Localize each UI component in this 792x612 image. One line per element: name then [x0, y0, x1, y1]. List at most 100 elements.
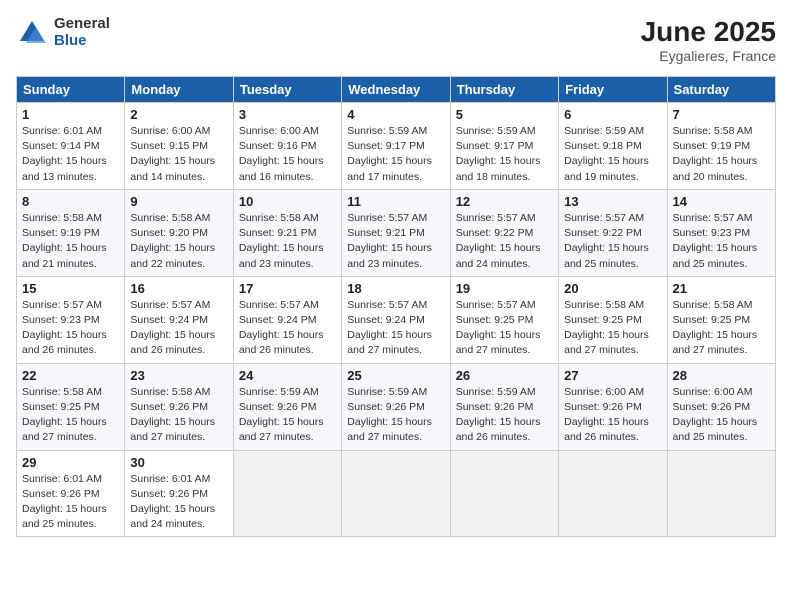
calendar-cell: 23 Sunrise: 5:58 AMSunset: 9:26 PMDayligh…	[125, 363, 233, 450]
calendar-cell: 3 Sunrise: 6:00 AMSunset: 9:16 PMDaylight…	[233, 103, 341, 190]
page-header: General Blue June 2025 Eygalieres, Franc…	[16, 16, 776, 64]
day-number: 17	[239, 281, 336, 296]
day-info: Sunrise: 5:59 AMSunset: 9:17 PMDaylight:…	[456, 124, 553, 185]
day-info: Sunrise: 5:58 AMSunset: 9:19 PMDaylight:…	[22, 211, 119, 272]
calendar-cell	[233, 450, 341, 537]
calendar-cell: 30 Sunrise: 6:01 AMSunset: 9:26 PMDayligh…	[125, 450, 233, 537]
calendar-header-wednesday: Wednesday	[342, 77, 450, 103]
day-info: Sunrise: 5:57 AMSunset: 9:24 PMDaylight:…	[347, 298, 444, 359]
calendar-week-row: 8 Sunrise: 5:58 AMSunset: 9:19 PMDaylight…	[17, 189, 776, 276]
logo-blue: Blue	[54, 33, 110, 50]
day-info: Sunrise: 6:00 AMSunset: 9:26 PMDaylight:…	[564, 385, 661, 446]
calendar-cell: 2Sunrise: 6:00 AMSunset: 9:15 PMDaylight…	[125, 103, 233, 190]
day-info: Sunrise: 5:59 AMSunset: 9:17 PMDaylight:…	[347, 124, 444, 185]
day-info: Sunrise: 5:59 AMSunset: 9:26 PMDaylight:…	[347, 385, 444, 446]
calendar-cell: 6Sunrise: 5:59 AMSunset: 9:18 PMDaylight…	[559, 103, 667, 190]
calendar-cell: 11 Sunrise: 5:57 AMSunset: 9:21 PMDayligh…	[342, 189, 450, 276]
calendar-cell: 26Sunrise: 5:59 AMSunset: 9:26 PMDayligh…	[450, 363, 558, 450]
calendar-cell	[342, 450, 450, 537]
day-number: 27	[564, 368, 661, 383]
logo-icon	[16, 19, 48, 47]
calendar-cell: 16Sunrise: 5:57 AMSunset: 9:24 PMDayligh…	[125, 276, 233, 363]
day-number: 23	[130, 368, 227, 383]
calendar-cell: 18Sunrise: 5:57 AMSunset: 9:24 PMDayligh…	[342, 276, 450, 363]
day-number: 5	[456, 107, 553, 122]
calendar-cell: 12 Sunrise: 5:57 AMSunset: 9:22 PMDayligh…	[450, 189, 558, 276]
calendar-cell: 1 Sunrise: 6:01 AMSunset: 9:14 PMDaylight…	[17, 103, 125, 190]
calendar-cell: 20 Sunrise: 5:58 AMSunset: 9:25 PMDayligh…	[559, 276, 667, 363]
calendar-cell: 7Sunrise: 5:58 AMSunset: 9:19 PMDaylight…	[667, 103, 775, 190]
day-info: Sunrise: 5:57 AMSunset: 9:25 PMDaylight:…	[456, 298, 553, 359]
day-info: Sunrise: 5:57 AMSunset: 9:23 PMDaylight:…	[22, 298, 119, 359]
calendar-cell: 28 Sunrise: 6:00 AMSunset: 9:26 PMDayligh…	[667, 363, 775, 450]
calendar-cell: 27 Sunrise: 6:00 AMSunset: 9:26 PMDayligh…	[559, 363, 667, 450]
day-info: Sunrise: 6:01 AMSunset: 9:14 PMDaylight:…	[22, 124, 119, 185]
day-info: Sunrise: 5:58 AMSunset: 9:25 PMDaylight:…	[564, 298, 661, 359]
calendar-cell: 14Sunrise: 5:57 AMSunset: 9:23 PMDayligh…	[667, 189, 775, 276]
day-info: Sunrise: 5:59 AMSunset: 9:26 PMDaylight:…	[239, 385, 336, 446]
day-info: Sunrise: 6:00 AMSunset: 9:26 PMDaylight:…	[673, 385, 770, 446]
calendar-week-row: 22 Sunrise: 5:58 AMSunset: 9:25 PMDayligh…	[17, 363, 776, 450]
day-info: Sunrise: 6:01 AMSunset: 9:26 PMDaylight:…	[130, 472, 227, 533]
day-info: Sunrise: 6:01 AMSunset: 9:26 PMDaylight:…	[22, 472, 119, 533]
day-number: 1	[22, 107, 119, 122]
day-number: 3	[239, 107, 336, 122]
day-number: 22	[22, 368, 119, 383]
logo-text: General Blue	[54, 16, 110, 49]
calendar-cell: 9 Sunrise: 5:58 AMSunset: 9:20 PMDaylight…	[125, 189, 233, 276]
day-info: Sunrise: 5:59 AMSunset: 9:18 PMDaylight:…	[564, 124, 661, 185]
calendar-cell: 4 Sunrise: 5:59 AMSunset: 9:17 PMDaylight…	[342, 103, 450, 190]
calendar-cell: 15 Sunrise: 5:57 AMSunset: 9:23 PMDayligh…	[17, 276, 125, 363]
day-number: 14	[673, 194, 770, 209]
day-number: 19	[456, 281, 553, 296]
day-info: Sunrise: 5:58 AMSunset: 9:25 PMDaylight:…	[673, 298, 770, 359]
calendar-header-monday: Monday	[125, 77, 233, 103]
calendar-cell: 8 Sunrise: 5:58 AMSunset: 9:19 PMDaylight…	[17, 189, 125, 276]
day-info: Sunrise: 6:00 AMSunset: 9:16 PMDaylight:…	[239, 124, 336, 185]
calendar-header-sunday: Sunday	[17, 77, 125, 103]
day-number: 25	[347, 368, 444, 383]
day-info: Sunrise: 5:57 AMSunset: 9:21 PMDaylight:…	[347, 211, 444, 272]
day-number: 16	[130, 281, 227, 296]
calendar-header-saturday: Saturday	[667, 77, 775, 103]
day-info: Sunrise: 5:58 AMSunset: 9:20 PMDaylight:…	[130, 211, 227, 272]
day-info: Sunrise: 5:58 AMSunset: 9:21 PMDaylight:…	[239, 211, 336, 272]
day-number: 4	[347, 107, 444, 122]
logo: General Blue	[16, 16, 110, 49]
day-number: 15	[22, 281, 119, 296]
day-info: Sunrise: 5:58 AMSunset: 9:26 PMDaylight:…	[130, 385, 227, 446]
calendar-cell: 24Sunrise: 5:59 AMSunset: 9:26 PMDayligh…	[233, 363, 341, 450]
calendar-cell: 25 Sunrise: 5:59 AMSunset: 9:26 PMDayligh…	[342, 363, 450, 450]
calendar-header-friday: Friday	[559, 77, 667, 103]
day-info: Sunrise: 5:57 AMSunset: 9:24 PMDaylight:…	[239, 298, 336, 359]
calendar-header-thursday: Thursday	[450, 77, 558, 103]
day-number: 11	[347, 194, 444, 209]
calendar-cell: 5 Sunrise: 5:59 AMSunset: 9:17 PMDaylight…	[450, 103, 558, 190]
calendar-cell: 22 Sunrise: 5:58 AMSunset: 9:25 PMDayligh…	[17, 363, 125, 450]
calendar-cell: 29 Sunrise: 6:01 AMSunset: 9:26 PMDayligh…	[17, 450, 125, 537]
day-number: 21	[673, 281, 770, 296]
day-number: 28	[673, 368, 770, 383]
day-info: Sunrise: 5:58 AMSunset: 9:19 PMDaylight:…	[673, 124, 770, 185]
day-number: 9	[130, 194, 227, 209]
calendar-cell: 10Sunrise: 5:58 AMSunset: 9:21 PMDayligh…	[233, 189, 341, 276]
day-info: Sunrise: 5:58 AMSunset: 9:25 PMDaylight:…	[22, 385, 119, 446]
day-number: 20	[564, 281, 661, 296]
day-number: 30	[130, 455, 227, 470]
day-info: Sunrise: 5:59 AMSunset: 9:26 PMDaylight:…	[456, 385, 553, 446]
day-number: 2	[130, 107, 227, 122]
calendar-week-row: 29 Sunrise: 6:01 AMSunset: 9:26 PMDayligh…	[17, 450, 776, 537]
calendar-header-tuesday: Tuesday	[233, 77, 341, 103]
day-number: 8	[22, 194, 119, 209]
day-info: Sunrise: 5:57 AMSunset: 9:22 PMDaylight:…	[456, 211, 553, 272]
calendar-week-row: 1 Sunrise: 6:01 AMSunset: 9:14 PMDaylight…	[17, 103, 776, 190]
calendar-cell	[559, 450, 667, 537]
calendar-week-row: 15 Sunrise: 5:57 AMSunset: 9:23 PMDayligh…	[17, 276, 776, 363]
day-number: 12	[456, 194, 553, 209]
day-number: 29	[22, 455, 119, 470]
month-title: June 2025	[641, 16, 776, 48]
calendar-cell: 13Sunrise: 5:57 AMSunset: 9:22 PMDayligh…	[559, 189, 667, 276]
title-area: June 2025 Eygalieres, France	[641, 16, 776, 64]
calendar-cell	[450, 450, 558, 537]
day-info: Sunrise: 5:57 AMSunset: 9:22 PMDaylight:…	[564, 211, 661, 272]
